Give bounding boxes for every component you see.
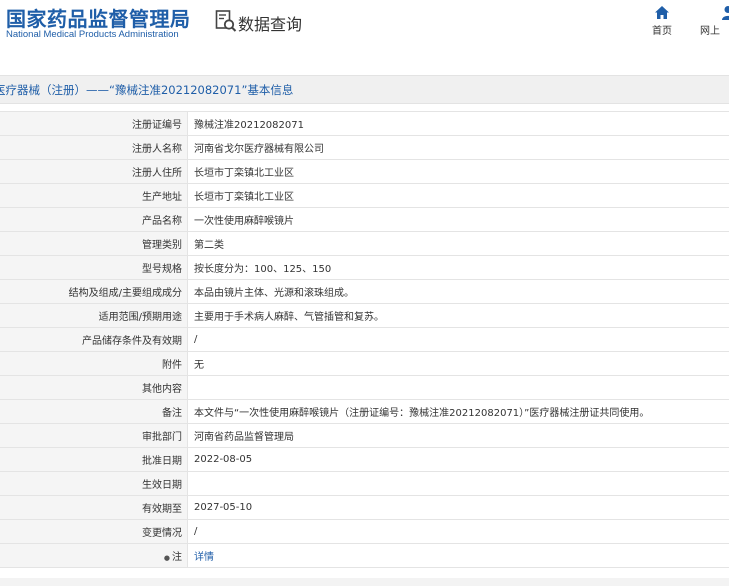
field-value: 本文件与“一次性使用麻醉喉镜片（注册证编号：豫械注准20212082071）”医… [187,399,729,424]
table-row: 注册证编号 豫械注准20212082071 [0,111,729,136]
field-value: 按长度分为：100、125、150 [187,255,729,280]
field-value [187,471,729,496]
site-logo-cn[interactable]: 国家药品监督管理局 [6,3,191,32]
home-icon [655,6,669,19]
field-value [187,375,729,400]
field-label: 生产地址 [0,183,188,208]
table-row: 产品储存条件及有效期 / [0,327,729,352]
field-label: 适用范围/预期用途 [0,303,188,328]
registration-info-table: 注册证编号 豫械注准20212082071 注册人名称 河南省戈尔医疗器械有限公司 注册… [0,111,729,568]
nav-home-button[interactable]: 首页 [648,5,676,37]
field-value: 长垣市丁栾镇北工业区 [187,159,729,184]
user-icon [722,6,729,20]
table-row: 附件无 [0,351,729,376]
nav-home-label: 首页 [652,26,672,37]
field-value: / [187,327,729,352]
field-label: 型号规格 [0,255,188,280]
field-value: 2022-08-05 [187,447,729,472]
field-label: 注册证编号 [0,111,188,136]
details-link[interactable]: 详情 [194,552,214,563]
record-title: 医疗器械（注册）——“豫械注准20212082071”基本信息 [0,83,294,97]
note-row: ● 注详情 [0,543,729,568]
field-value: 本品由镜片主体、光源和滚珠组成。 [187,279,729,304]
data-query-icon [215,10,237,32]
field-label: 有效期至 [0,495,188,520]
table-row: 变更情况 / [0,519,729,544]
field-label: 备注 [0,399,188,424]
table-row: 生产地址 长垣市丁栾镇北工业区 [0,183,729,208]
table-row: 适用范围/预期用途 主要用于手术病人麻醉、气管插管和复苏。 [0,303,729,328]
field-value: 主要用于手术病人麻醉、气管插管和复苏。 [187,303,729,328]
table-row: 产品名称 一次性使用麻醉喉镜片 [0,207,729,232]
nav-online-label: 网上 [700,26,720,37]
field-label: 产品储存条件及有效期 [0,327,188,352]
note-label: 注 [172,552,182,563]
field-label: 变更情况 [0,519,188,544]
field-label: 产品名称 [0,207,188,232]
table-row: 结构及组成/主要组成成分 本品由镜片主体、光源和滚珠组成。 [0,279,729,304]
table-row: 注册人名称 河南省戈尔医疗器械有限公司 [0,135,729,160]
table-row: 备注 本文件与“一次性使用麻醉喉镜片（注册证编号：豫械注准20212082071）… [0,399,729,424]
note-label-cell: ● 注 [0,543,188,568]
data-query-title: 数据查询 [238,15,303,34]
field-value: / [187,519,729,544]
table-row: 管理类别 第二类 [0,231,729,256]
table-row: 型号规格 按长度分为：100、125、150 [0,255,729,280]
field-value: 河南省药品监督管理局 [187,423,729,448]
field-value: 河南省戈尔医疗器械有限公司 [187,135,729,160]
field-value: 2027-05-10 [187,495,729,520]
field-value: 长垣市丁栾镇北工业区 [187,183,729,208]
field-label: 生效日期 [0,471,188,496]
field-value: 豫械注准20212082071 [187,111,729,136]
record-title-bar: 医疗器械（注册）——“豫械注准20212082071”基本信息 [0,75,729,104]
table-row: 注册人住所 长垣市丁栾镇北工业区 [0,159,729,184]
table-row: 批准日期 2022-08-05 [0,447,729,472]
note-marker-icon: ● [163,554,170,562]
field-value: 第二类 [187,231,729,256]
field-label: 批准日期 [0,447,188,472]
field-label: 注册人名称 [0,135,188,160]
table-row: 其他内容 [0,375,729,400]
table-row: 生效日期 [0,471,729,496]
field-label: 附件 [0,351,188,376]
site-header: 国家药品监督管理局 National Medical Products Admi… [0,0,729,62]
note-value-cell: 详情 [187,543,729,568]
footer-strip [0,578,729,586]
field-label: 结构及组成/主要组成成分 [0,279,188,304]
field-label: 管理类别 [0,231,188,256]
field-value: 无 [187,351,729,376]
table-row: 审批部门 河南省药品监督管理局 [0,423,729,448]
field-value: 一次性使用麻醉喉镜片 [187,207,729,232]
field-label: 审批部门 [0,423,188,448]
field-label: 注册人住所 [0,159,188,184]
nav-online-button[interactable]: 网上 [700,5,729,37]
table-row: 有效期至 2027-05-10 [0,495,729,520]
field-label: 其他内容 [0,375,188,400]
site-logo-en[interactable]: National Medical Products Administration [6,29,179,40]
